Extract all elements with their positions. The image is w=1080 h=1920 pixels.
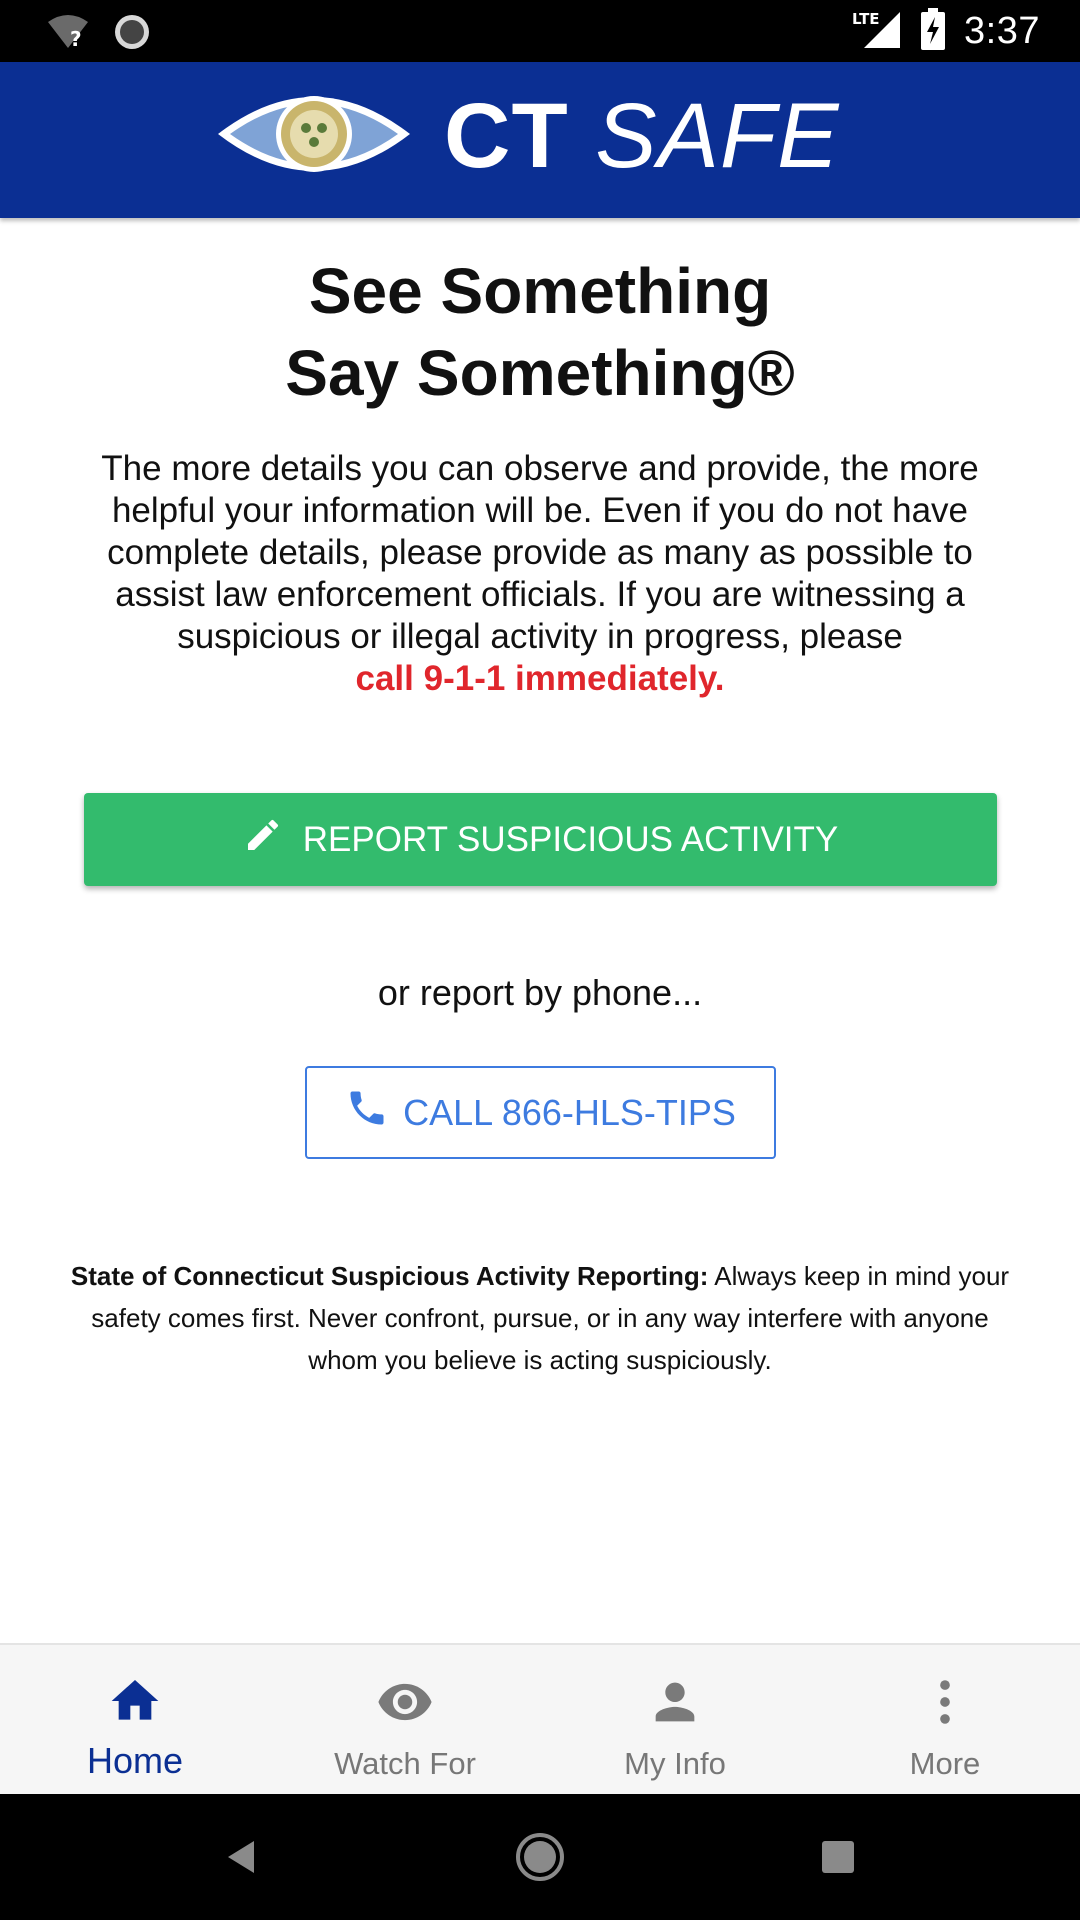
- sync-icon: [112, 12, 152, 57]
- wifi-question-icon: ?: [46, 14, 90, 55]
- status-left: ?: [46, 12, 152, 57]
- home-circle-icon[interactable]: [460, 1794, 620, 1920]
- nav-item-my-info[interactable]: My Info: [540, 1645, 810, 1796]
- status-bar: ? LTE 3:37: [0, 0, 1080, 62]
- disclaimer-text: State of Connecticut Suspicious Activity…: [58, 1255, 1022, 1381]
- system-nav-bar: [0, 1794, 1080, 1920]
- report-suspicious-activity-button[interactable]: REPORT SUSPICIOUS ACTIVITY: [84, 793, 997, 886]
- eye-seal-icon: [214, 82, 414, 191]
- person-icon: [646, 1673, 704, 1736]
- svg-text:?: ?: [70, 27, 82, 50]
- headline-line-1: See Something: [308, 255, 772, 327]
- nav-label-my-info: My Info: [624, 1746, 726, 1781]
- recents-icon[interactable]: [758, 1794, 918, 1920]
- lte-signal-icon: LTE: [852, 8, 902, 55]
- status-right: LTE 3:37: [852, 8, 1040, 55]
- disclaimer-title: State of Connecticut Suspicious Activity…: [70, 1261, 709, 1291]
- clock: 3:37: [964, 10, 1040, 52]
- nav-item-more[interactable]: More: [810, 1645, 1080, 1796]
- report-button-label: REPORT SUSPICIOUS ACTIVITY: [302, 819, 839, 859]
- call-tips-button[interactable]: CALL 866-HLS-TIPS: [305, 1066, 776, 1159]
- or-report-by-phone-text: or report by phone...: [377, 972, 703, 1013]
- instructions-body: The more details you can observe and pro…: [101, 449, 979, 656]
- eye-icon: [376, 1673, 434, 1736]
- app-title: CT SAFE: [444, 84, 840, 189]
- back-icon[interactable]: [162, 1794, 322, 1920]
- call-button-label: CALL 866-HLS-TIPS: [403, 1091, 736, 1133]
- page-headline: See Something Say Something®: [0, 250, 1080, 414]
- nav-item-home[interactable]: Home: [0, 1645, 270, 1796]
- ct-safe-logo: CT SAFE: [214, 82, 840, 191]
- headline-line-2: Say Something®: [285, 337, 795, 409]
- nav-label-home: Home: [86, 1740, 184, 1781]
- home-icon: [107, 1673, 163, 1734]
- emergency-warning: call 9-1-1 immediately.: [355, 659, 725, 698]
- logo-text-safe: SAFE: [595, 85, 840, 187]
- nav-label-watch-for: Watch For: [334, 1746, 476, 1781]
- pencil-icon: [243, 815, 283, 864]
- more-vertical-icon: [916, 1673, 974, 1736]
- phone-icon: [345, 1086, 389, 1139]
- nav-item-watch-for[interactable]: Watch For: [270, 1645, 540, 1796]
- nav-label-more: More: [909, 1746, 981, 1781]
- bottom-nav: Home Watch For My Info More: [0, 1643, 1080, 1796]
- instructions-text: The more details you can observe and pro…: [70, 448, 1010, 700]
- logo-text-ct: CT: [444, 85, 569, 187]
- svg-text:LTE: LTE: [852, 10, 880, 28]
- battery-charging-icon: [920, 8, 946, 55]
- app-header: CT SAFE: [0, 62, 1080, 218]
